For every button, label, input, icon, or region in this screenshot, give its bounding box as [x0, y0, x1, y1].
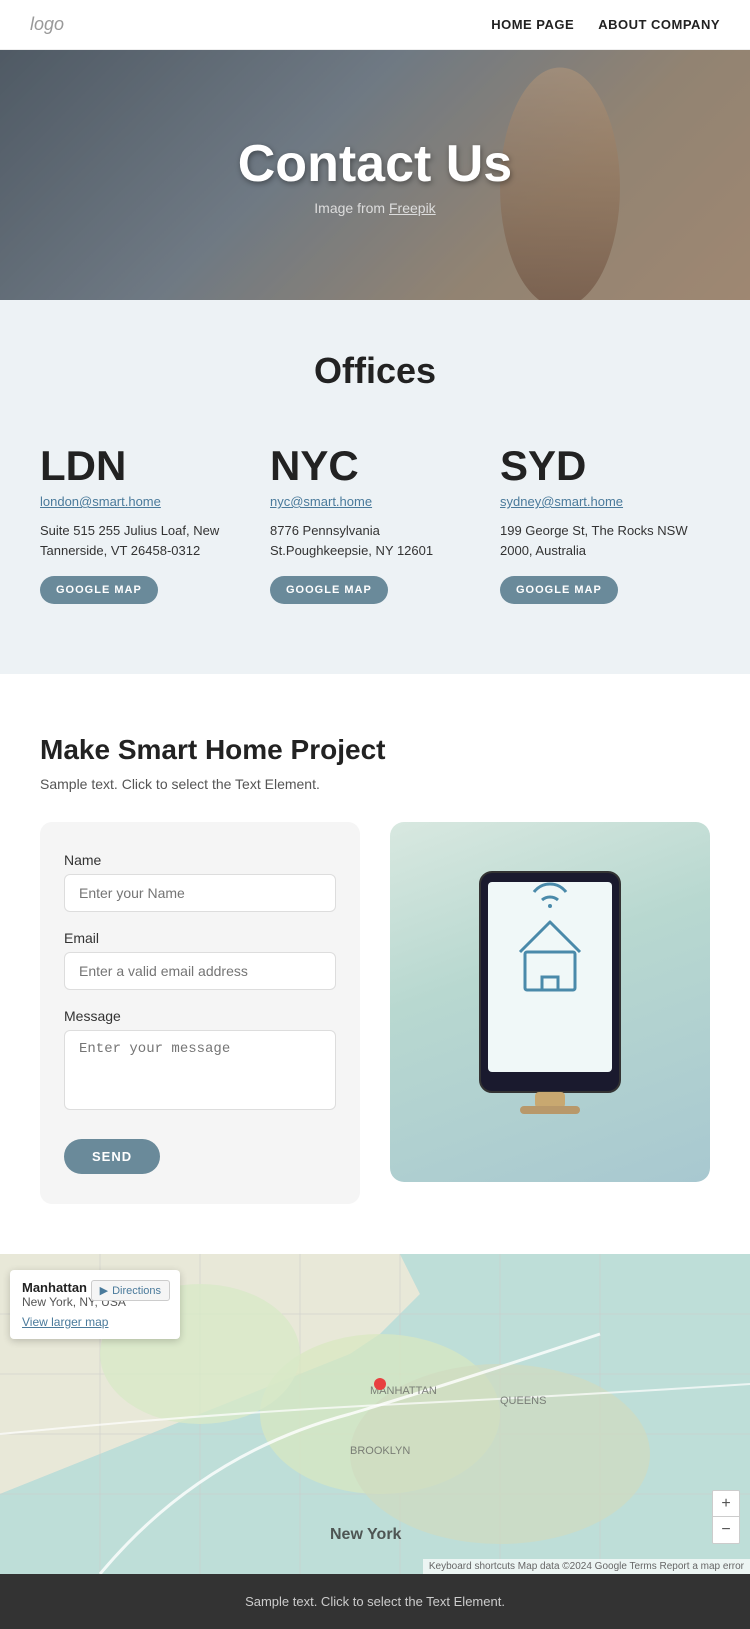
logo: logo: [30, 14, 64, 35]
smart-layout: Name Email Message SEND: [40, 822, 710, 1204]
office-address-ldn: Suite 515 255 Julius Loaf, New Tannersid…: [40, 521, 250, 560]
directions-icon: ▶: [100, 1284, 108, 1297]
office-address-nyc: 8776 Pennsylvania St.Poughkeepsie, NY 12…: [270, 521, 480, 560]
view-larger-map-link[interactable]: View larger map: [22, 1315, 168, 1329]
contact-form-card: Name Email Message SEND: [40, 822, 360, 1204]
footer-text: Sample text. Click to select the Text El…: [20, 1594, 730, 1609]
office-abbr-ldn: LDN: [40, 442, 250, 490]
map-zoom-controls: + −: [712, 1490, 740, 1544]
directions-button[interactable]: ▶ Directions: [91, 1280, 170, 1301]
smart-subtitle: Sample text. Click to select the Text El…: [40, 776, 710, 792]
nav-about[interactable]: ABOUT COMPANY: [598, 17, 720, 32]
office-abbr-syd: SYD: [500, 442, 710, 490]
nav-links: HOME PAGE ABOUT COMPANY: [491, 17, 720, 32]
message-textarea[interactable]: [64, 1030, 336, 1110]
office-email-ldn[interactable]: london@smart.home: [40, 494, 250, 509]
hero-subtitle: Image from Freepik: [238, 200, 512, 216]
form-group-name: Name: [64, 852, 336, 912]
smart-section: Make Smart Home Project Sample text. Cli…: [0, 674, 750, 1204]
office-card-ldn: LDN london@smart.home Suite 515 255 Juli…: [40, 432, 250, 614]
svg-text:New York: New York: [330, 1526, 402, 1543]
map-section: New York BROOKLYN QUEENS MANHATTAN Manha…: [0, 1254, 750, 1574]
map-popup: Manhattan New York, NY, USA View larger …: [10, 1270, 180, 1339]
office-card-nyc: NYC nyc@smart.home 8776 Pennsylvania St.…: [270, 432, 480, 614]
directions-label: Directions: [112, 1285, 161, 1297]
send-button[interactable]: SEND: [64, 1139, 160, 1174]
hero-content: Contact Us Image from Freepik: [238, 134, 512, 216]
hero-title: Contact Us: [238, 134, 512, 194]
message-label: Message: [64, 1008, 336, 1024]
offices-title: Offices: [40, 350, 710, 392]
google-map-btn-ldn[interactable]: GOOGLE MAP: [40, 576, 158, 604]
smart-title: Make Smart Home Project: [40, 734, 710, 766]
offices-grid: LDN london@smart.home Suite 515 255 Juli…: [40, 432, 710, 614]
offices-section: Offices LDN london@smart.home Suite 515 …: [0, 300, 750, 674]
form-group-message: Message: [64, 1008, 336, 1115]
google-map-btn-syd[interactable]: GOOGLE MAP: [500, 576, 618, 604]
map-attribution: Keyboard shortcuts Map data ©2024 Google…: [423, 1559, 750, 1574]
google-map-btn-nyc[interactable]: GOOGLE MAP: [270, 576, 388, 604]
name-input[interactable]: [64, 874, 336, 912]
zoom-in-button[interactable]: +: [713, 1491, 739, 1517]
zoom-out-button[interactable]: −: [713, 1517, 739, 1543]
email-label: Email: [64, 930, 336, 946]
freepik-link[interactable]: Freepik: [389, 200, 436, 216]
office-email-syd[interactable]: sydney@smart.home: [500, 494, 710, 509]
svg-text:QUEENS: QUEENS: [500, 1395, 546, 1407]
email-input[interactable]: [64, 952, 336, 990]
form-group-email: Email: [64, 930, 336, 990]
office-address-syd: 199 George St, The Rocks NSW 2000, Austr…: [500, 521, 710, 560]
name-label: Name: [64, 852, 336, 868]
svg-text:BROOKLYN: BROOKLYN: [350, 1445, 410, 1457]
navbar: logo HOME PAGE ABOUT COMPANY: [0, 0, 750, 50]
nav-home[interactable]: HOME PAGE: [491, 17, 574, 32]
footer: Sample text. Click to select the Text El…: [0, 1574, 750, 1629]
office-card-syd: SYD sydney@smart.home 199 George St, The…: [500, 432, 710, 614]
smart-home-image: [390, 822, 710, 1182]
hero-section: Contact Us Image from Freepik: [0, 50, 750, 300]
office-abbr-nyc: NYC: [270, 442, 480, 490]
office-email-nyc[interactable]: nyc@smart.home: [270, 494, 480, 509]
